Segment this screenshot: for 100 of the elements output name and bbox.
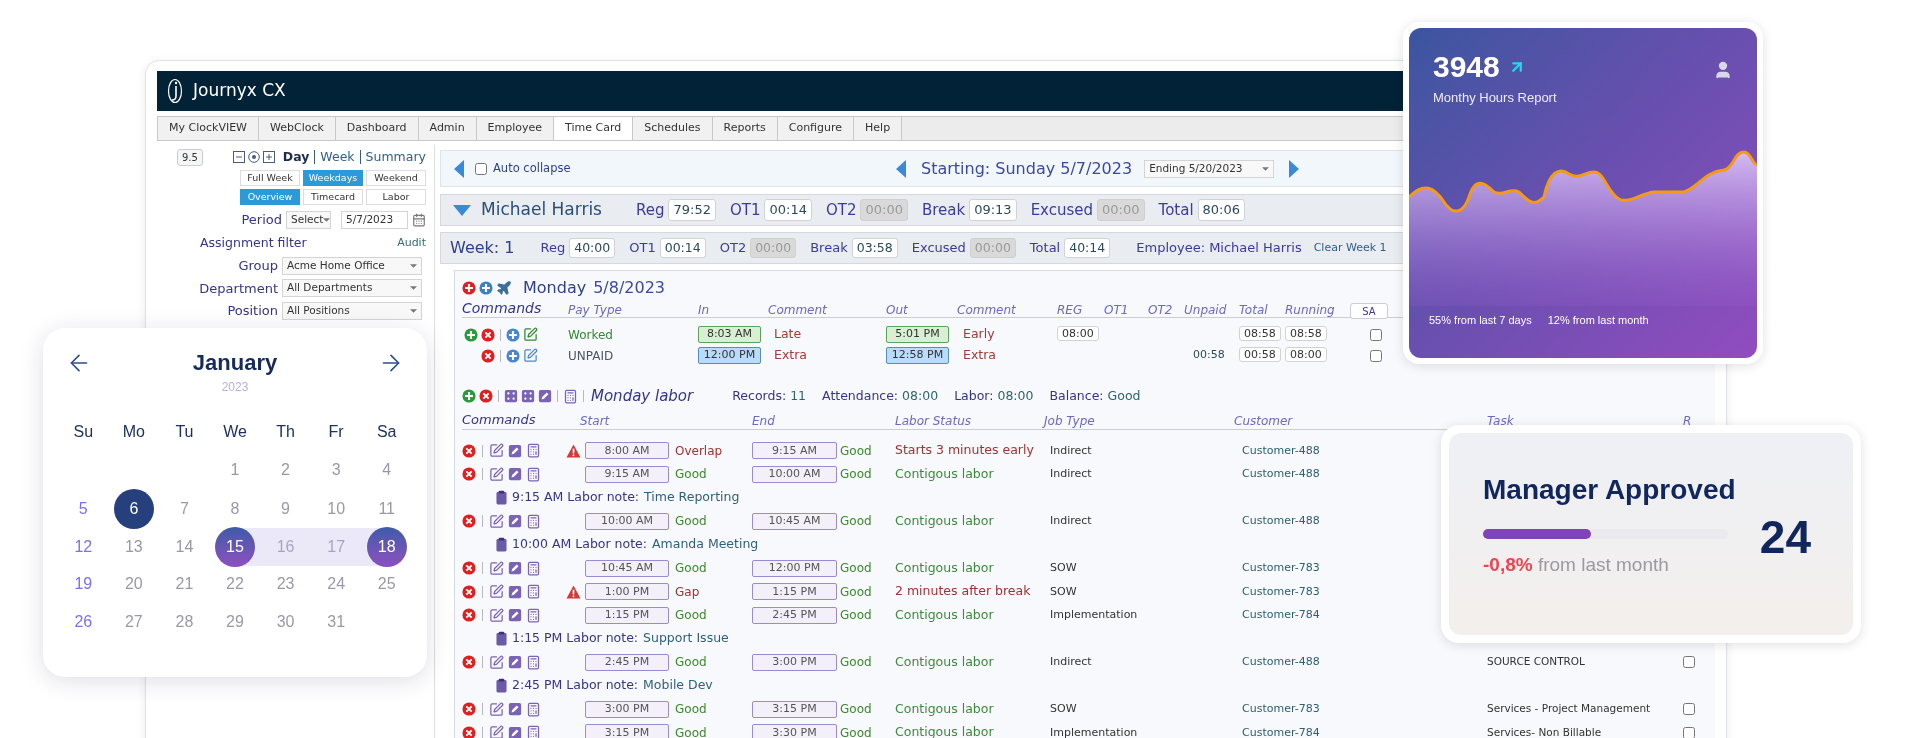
menu-tab[interactable]: My ClockVIEW <box>158 117 259 140</box>
remove-icon[interactable] <box>462 584 476 599</box>
expand-triangle-icon[interactable] <box>453 204 471 216</box>
calendar-day[interactable]: 8 <box>230 497 240 521</box>
pencil-icon[interactable] <box>508 725 522 738</box>
calendar-icon[interactable] <box>412 212 426 227</box>
pencil-icon[interactable] <box>508 443 522 458</box>
calendar-day[interactable]: 27 <box>124 610 143 634</box>
edit-icon[interactable] <box>489 654 504 670</box>
calendar-day[interactable]: 31 <box>327 610 346 634</box>
row-checkbox[interactable] <box>1683 726 1695 738</box>
add-icon[interactable] <box>506 348 520 363</box>
calendar-day[interactable]: 7 <box>179 497 189 521</box>
calculator-icon[interactable] <box>526 443 541 459</box>
calculator-icon[interactable] <box>526 584 541 600</box>
menu-tab[interactable]: Admin <box>418 117 477 140</box>
calendar-day[interactable]: 22 <box>226 572 244 596</box>
filter-button[interactable]: Labor <box>366 188 426 205</box>
view-tab[interactable]: Summary <box>365 148 426 167</box>
edit-icon[interactable] <box>489 560 504 576</box>
edit-icon[interactable] <box>489 725 504 738</box>
calendar-day[interactable]: 23 <box>276 572 295 596</box>
calendar-day[interactable]: 2 <box>281 458 290 482</box>
collapse-icon[interactable] <box>232 151 245 164</box>
clear-week-link[interactable]: Clear Week 1 <box>1313 239 1387 257</box>
audit-link[interactable]: Audit <box>397 235 426 252</box>
calculator-icon[interactable] <box>526 560 541 576</box>
menu-tab[interactable]: Dashboard <box>335 117 419 140</box>
pencil-icon[interactable] <box>538 389 552 403</box>
expand-icon[interactable] <box>262 151 275 164</box>
dice-icon[interactable] <box>504 389 518 403</box>
filter-button[interactable]: Weekend <box>366 169 426 186</box>
calendar-day[interactable]: 14 <box>175 535 194 559</box>
row-checkbox[interactable] <box>1370 349 1382 362</box>
edit-icon[interactable] <box>489 701 504 717</box>
view-tab[interactable]: Day <box>282 148 310 167</box>
calculator-icon[interactable] <box>526 725 541 738</box>
calendar-day[interactable]: 24 <box>327 572 346 596</box>
calculator-icon[interactable] <box>526 607 541 623</box>
filter-select[interactable]: All Departments <box>282 279 422 298</box>
forward-arrow-icon[interactable] <box>1288 158 1301 179</box>
pencil-icon[interactable] <box>508 608 522 623</box>
menu-tab[interactable]: Schedules <box>633 117 713 140</box>
row-checkbox[interactable] <box>1370 328 1382 341</box>
row-checkbox[interactable] <box>1683 656 1695 669</box>
calendar-day[interactable]: 19 <box>74 572 93 596</box>
menu-tab[interactable]: Reports <box>712 117 778 140</box>
edit-icon[interactable] <box>489 513 504 529</box>
date-field[interactable]: 5/7/2023 <box>341 210 408 229</box>
filter-button[interactable]: Timecard <box>303 188 363 205</box>
menu-tab[interactable]: Configure <box>777 117 855 140</box>
column-button[interactable]: SA <box>1350 303 1388 319</box>
remove-icon[interactable] <box>462 725 476 738</box>
calendar-day[interactable]: 28 <box>175 610 194 634</box>
remove-icon[interactable] <box>462 467 476 482</box>
dice-icon[interactable] <box>521 389 535 403</box>
add-icon[interactable] <box>479 281 493 295</box>
remove-icon[interactable] <box>479 389 493 403</box>
remove-icon[interactable] <box>462 514 476 529</box>
add-icon[interactable] <box>506 327 520 342</box>
remove-icon[interactable] <box>481 327 495 342</box>
calculator-icon[interactable] <box>526 701 541 717</box>
edit-icon[interactable] <box>523 348 538 363</box>
add-icon[interactable] <box>462 281 476 295</box>
filter-button[interactable]: Weekdays <box>303 169 363 186</box>
calendar-day[interactable]: 6 <box>113 489 154 529</box>
edit-icon[interactable] <box>489 443 504 459</box>
calendar-day[interactable]: 3 <box>331 458 341 482</box>
edit-icon[interactable] <box>523 327 538 342</box>
filter-button[interactable]: Full Week <box>240 169 300 186</box>
filter-select[interactable]: All Positions <box>282 301 422 320</box>
calendar-day[interactable]: 9 <box>281 497 290 521</box>
add-icon[interactable] <box>464 327 478 342</box>
calendar-day[interactable]: 26 <box>74 610 93 634</box>
pencil-icon[interactable] <box>508 514 522 529</box>
edit-icon[interactable] <box>489 607 504 623</box>
filter-button[interactable]: Overview <box>240 188 300 205</box>
calendar-day[interactable]: 11 <box>378 497 395 521</box>
calendar-day[interactable]: 12 <box>74 535 93 559</box>
menu-tab[interactable]: Time Card <box>554 117 634 140</box>
ending-select[interactable]: Ending 5/20/2023 <box>1144 159 1275 178</box>
period-select[interactable]: Select <box>286 210 331 229</box>
pencil-icon[interactable] <box>508 561 522 576</box>
view-tab[interactable]: Week <box>320 148 355 167</box>
calendar-day[interactable]: 20 <box>124 572 143 596</box>
remove-icon[interactable] <box>481 348 495 363</box>
menu-tab[interactable]: WebClock <box>259 117 336 140</box>
calendar-day[interactable]: 5 <box>78 497 88 521</box>
remove-icon[interactable] <box>462 561 476 576</box>
row-checkbox[interactable] <box>1683 703 1695 716</box>
filter-select[interactable]: Acme Home Office <box>282 256 422 275</box>
menu-tab[interactable]: Help <box>854 117 903 140</box>
back-arrow-icon[interactable] <box>895 158 907 179</box>
calendar-day[interactable]: 15 <box>215 527 255 567</box>
calendar-day[interactable]: 21 <box>175 572 194 596</box>
airplane-icon[interactable] <box>496 280 512 296</box>
calendar-day[interactable]: 1 <box>230 458 240 482</box>
calculator-icon[interactable] <box>563 388 578 404</box>
calendar-day[interactable]: 4 <box>382 458 392 482</box>
remove-icon[interactable] <box>462 608 476 623</box>
